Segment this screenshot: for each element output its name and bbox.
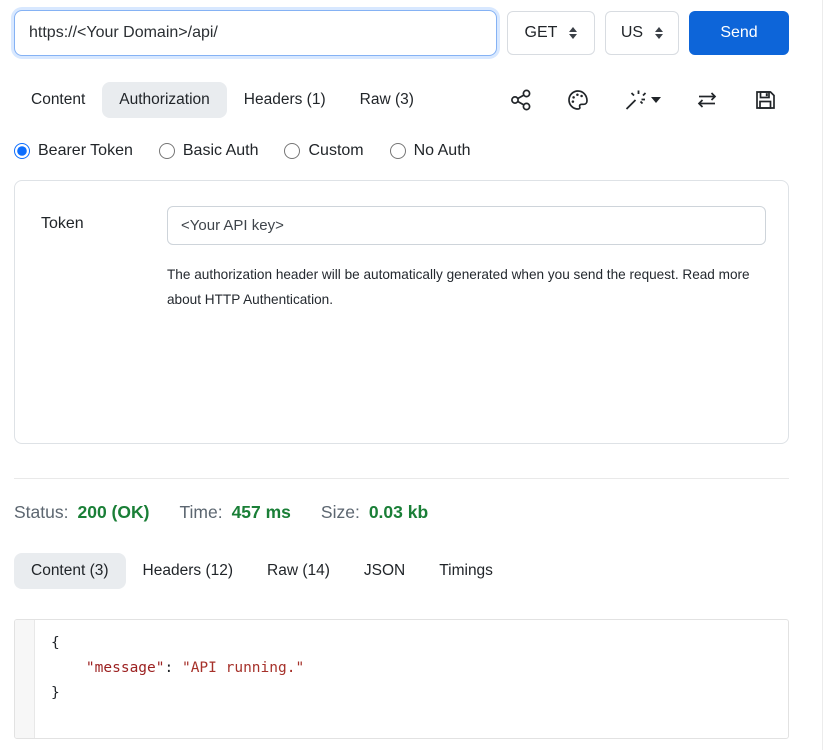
token-help-line1: The authorization header will be automat… (167, 262, 766, 287)
radio-no-auth-input[interactable] (390, 143, 406, 159)
token-input[interactable] (167, 206, 766, 245)
radio-no-auth-label: No Auth (414, 142, 471, 160)
size-label: Size: (321, 502, 360, 523)
tab-authorization[interactable]: Authorization (102, 82, 226, 118)
size-value: 0.03 kb (369, 502, 428, 523)
time-value: 457 ms (232, 502, 291, 523)
request-bar: GET US Send (14, 10, 789, 56)
json-key: "message" (86, 660, 165, 676)
radio-bearer-token-input[interactable] (14, 143, 30, 159)
radio-basic-auth-input[interactable] (159, 143, 175, 159)
palette-icon[interactable] (566, 88, 590, 112)
tab-raw[interactable]: Raw (3) (343, 82, 431, 118)
response-json: { "message": "API running."} (35, 620, 788, 738)
main-panel: GET US Send Content Authorization Header… (0, 0, 823, 750)
radio-custom-input[interactable] (284, 143, 300, 159)
section-divider (14, 478, 789, 479)
send-button[interactable]: Send (689, 11, 789, 55)
auth-type-options: Bearer Token Basic Auth Custom No Auth (14, 142, 789, 160)
radio-custom[interactable]: Custom (284, 142, 363, 160)
json-indent (51, 660, 86, 676)
resp-tab-headers[interactable]: Headers (12) (126, 553, 250, 589)
region-select-value: US (621, 24, 643, 42)
json-line: } (51, 681, 772, 706)
time-label: Time: (179, 502, 222, 523)
select-updown-icon (569, 27, 577, 39)
resp-tab-content[interactable]: Content (3) (14, 553, 126, 589)
json-value: "API running." (182, 660, 304, 676)
response-tabs: Content (3) Headers (12) Raw (14) JSON T… (14, 553, 789, 589)
token-panel: Token The authorization header will be a… (14, 180, 789, 444)
select-updown-icon (655, 27, 663, 39)
response-status-bar: Status: 200 (OK) Time: 457 ms Size: 0.03… (14, 502, 789, 523)
radio-bearer-token[interactable]: Bearer Token (14, 142, 133, 160)
method-select-value: GET (525, 24, 558, 42)
toolbar-icons (509, 88, 789, 112)
wand-dropdown-caret (651, 97, 661, 103)
url-input[interactable] (14, 10, 497, 56)
resp-tab-raw[interactable]: Raw (14) (250, 553, 347, 589)
radio-basic-auth[interactable]: Basic Auth (159, 142, 259, 160)
response-body-viewer[interactable]: { "message": "API running."} (14, 619, 789, 739)
radio-bearer-token-label: Bearer Token (38, 142, 133, 160)
json-open-brace: { (51, 635, 60, 651)
json-line: "message": "API running." (51, 656, 772, 681)
share-icon[interactable] (509, 88, 533, 112)
token-help-line2: about HTTP Authentication. (167, 287, 766, 312)
json-close-brace: } (51, 685, 60, 701)
radio-basic-auth-label: Basic Auth (183, 142, 259, 160)
request-tabs: Content Authorization Headers (1) Raw (3… (14, 82, 789, 118)
json-separator: : (165, 660, 182, 676)
status-code: Status: 200 (OK) (14, 502, 149, 523)
token-help-text: The authorization header will be automat… (167, 262, 766, 312)
status-size: Size: 0.03 kb (321, 502, 428, 523)
save-icon[interactable] (753, 88, 777, 112)
radio-no-auth[interactable]: No Auth (390, 142, 471, 160)
swap-arrows-icon[interactable] (694, 88, 720, 112)
code-gutter (15, 620, 35, 738)
magic-wand-icon[interactable] (623, 88, 661, 112)
resp-tab-timings[interactable]: Timings (422, 553, 510, 589)
tab-content[interactable]: Content (14, 82, 102, 118)
region-select[interactable]: US (605, 11, 679, 55)
token-label: Token (41, 206, 167, 312)
resp-tab-json[interactable]: JSON (347, 553, 422, 589)
radio-custom-label: Custom (308, 142, 363, 160)
status-value: 200 (OK) (77, 502, 149, 523)
status-label: Status: (14, 502, 68, 523)
method-select[interactable]: GET (507, 11, 595, 55)
api-client-page: GET US Send Content Authorization Header… (0, 0, 837, 750)
status-time: Time: 457 ms (179, 502, 290, 523)
json-line: { (51, 631, 772, 656)
tab-headers[interactable]: Headers (1) (227, 82, 343, 118)
